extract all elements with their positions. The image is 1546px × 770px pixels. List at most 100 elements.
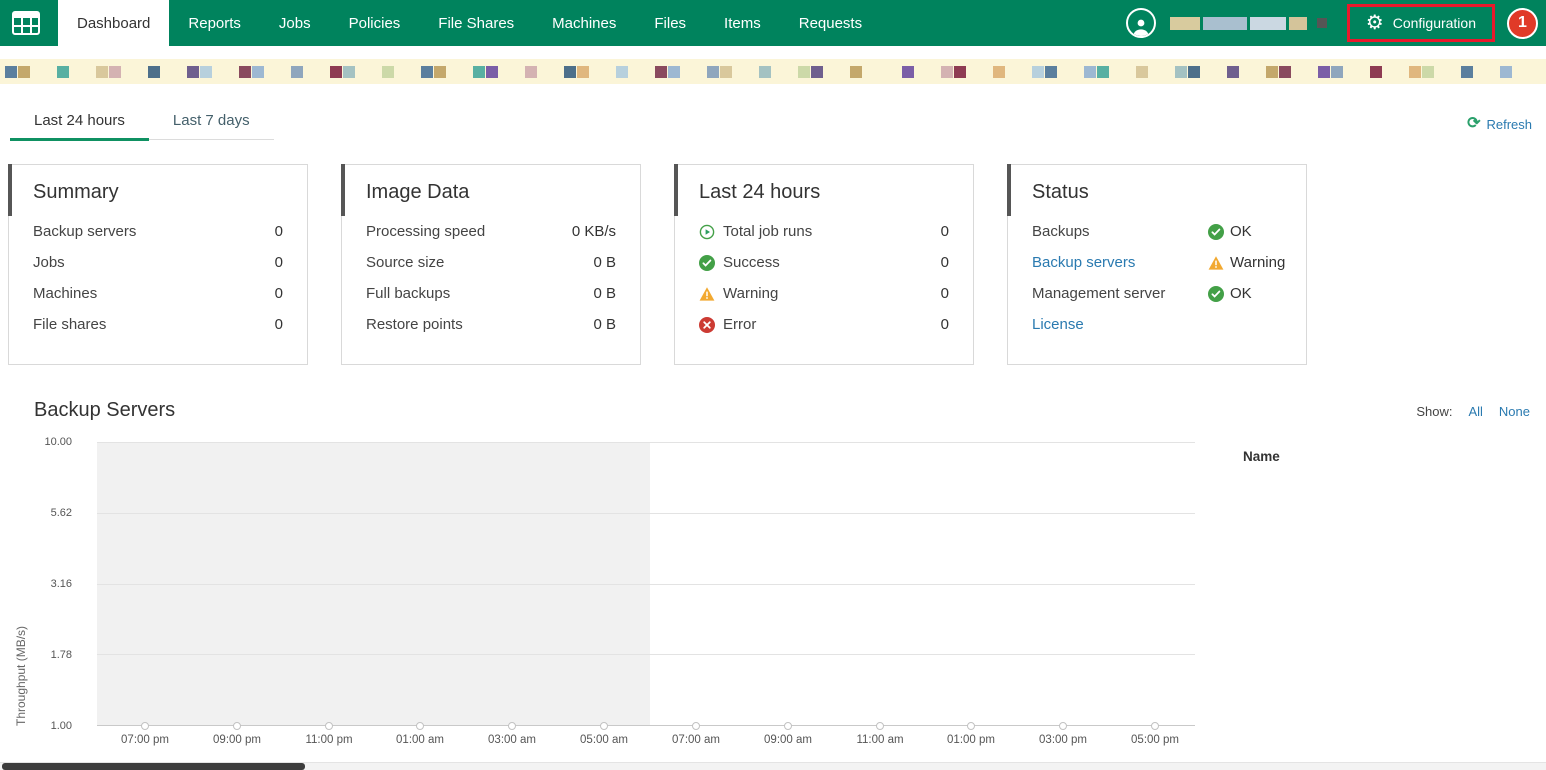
- image-data-row-restore-points: Restore points 0 B: [342, 309, 640, 340]
- tab-last-24-hours[interactable]: Last 24 hours: [10, 104, 149, 141]
- status-text: OK: [1230, 285, 1252, 302]
- x-tick-label: 09:00 pm: [213, 734, 261, 746]
- success-icon: [1208, 223, 1224, 240]
- card-title: Status: [1032, 181, 1089, 203]
- tab-last-7-days[interactable]: Last 7 days: [149, 104, 274, 141]
- chart-plot-area[interactable]: [97, 442, 1195, 730]
- row-value: 0: [940, 254, 949, 271]
- last-24-hours-card: Last 24 hours Total job runs 0 Success 0: [674, 164, 974, 365]
- configuration-label: Configuration: [1392, 15, 1476, 31]
- last24-row-total-job-runs: Total job runs 0: [675, 216, 973, 247]
- row-value-link[interactable]: 0: [275, 254, 283, 271]
- row-value: 0 KB/s: [571, 223, 616, 240]
- filter-tabs-row: Last 24 hours Last 7 days ⟳ Refresh: [0, 104, 1546, 141]
- x-tick-label: 11:00 pm: [305, 734, 353, 746]
- x-tick-label: 07:00 am: [672, 734, 720, 746]
- image-data-row-processing-speed: Processing speed 0 KB/s: [342, 216, 640, 247]
- nav-tab-items[interactable]: Items: [705, 0, 780, 46]
- x-tick-label: 11:00 am: [856, 734, 904, 746]
- warning-icon: [1208, 255, 1224, 271]
- status-text: OK: [1230, 223, 1252, 240]
- top-navigation-bar: Dashboard Reports Jobs Policies File Sha…: [0, 0, 1546, 46]
- show-none-link[interactable]: None: [1499, 404, 1530, 419]
- axis-point-marker: [876, 722, 884, 730]
- last24-row-error: Error 0: [675, 309, 973, 340]
- image-data-row-source-size: Source size 0 B: [342, 247, 640, 278]
- row-value: 0 B: [593, 316, 616, 333]
- x-tick-label: 05:00 pm: [1131, 734, 1179, 746]
- status-row-backups: Backups OK: [1008, 216, 1306, 247]
- status-row-backup-servers: Backup servers Warning: [1008, 247, 1306, 278]
- backup-servers-header: Backup Servers Show: All None: [34, 399, 1530, 422]
- axis-point-marker: [600, 722, 608, 730]
- nav-tab-files[interactable]: Files: [635, 0, 705, 46]
- nav-tab-dashboard[interactable]: Dashboard: [58, 0, 170, 46]
- last24-row-success: Success 0: [675, 247, 973, 278]
- redacted-small-block: [1316, 18, 1327, 28]
- axis-point-marker: [692, 722, 700, 730]
- row-label: Restore points: [366, 316, 463, 333]
- row-value: 0: [940, 223, 949, 240]
- nav-tab-requests[interactable]: Requests: [780, 0, 881, 46]
- summary-card: Summary Backup servers 0 Jobs 0 Machines…: [8, 164, 308, 365]
- app-logo-icon[interactable]: [0, 0, 52, 46]
- time-range-tabs: Last 24 hours Last 7 days: [10, 104, 274, 141]
- show-all-link[interactable]: All: [1468, 404, 1482, 419]
- image-data-card: Image Data Processing speed 0 KB/s Sourc…: [341, 164, 641, 365]
- x-tick-label: 07:00 pm: [121, 734, 169, 746]
- row-label: Source size: [366, 254, 445, 271]
- legend-name-header: Name: [1243, 449, 1280, 464]
- row-label: Backups: [1032, 223, 1090, 240]
- axis-point-marker: [416, 722, 424, 730]
- axis-point-marker: [967, 722, 975, 730]
- row-value-link[interactable]: 0: [275, 316, 283, 333]
- last24-row-warning: Warning 0: [675, 278, 973, 309]
- scrollbar-thumb[interactable]: [2, 763, 305, 770]
- row-label: Error: [723, 316, 757, 333]
- gear-icon: ⚙: [1365, 12, 1384, 34]
- row-value-link[interactable]: 0: [275, 285, 283, 302]
- row-label: Backup servers: [33, 223, 137, 240]
- row-label: Management server: [1032, 285, 1166, 302]
- section-title: Backup Servers: [34, 399, 176, 421]
- show-label: Show:: [1416, 404, 1453, 419]
- x-tick-label: 01:00 am: [396, 734, 444, 746]
- gridline: [97, 512, 1195, 514]
- status-value: OK: [1208, 223, 1282, 240]
- axis-point-marker: [141, 722, 149, 730]
- configuration-button[interactable]: ⚙ Configuration: [1346, 4, 1495, 42]
- gridline: [97, 654, 1195, 656]
- y-tick-label: 1.00: [50, 720, 72, 732]
- error-icon: [699, 316, 715, 333]
- refresh-icon: ⟳: [1467, 115, 1481, 132]
- horizontal-scrollbar[interactable]: [0, 762, 1546, 770]
- row-label: Jobs: [33, 254, 65, 271]
- gridline: [97, 583, 1195, 585]
- row-label: Total job runs: [723, 223, 813, 240]
- refresh-button[interactable]: ⟳ Refresh: [1467, 116, 1532, 140]
- summary-row-file-shares: File shares 0: [9, 309, 307, 340]
- refresh-label: Refresh: [1486, 116, 1532, 132]
- notification-badge[interactable]: 1: [1507, 7, 1538, 39]
- user-avatar-icon[interactable]: [1125, 8, 1156, 38]
- row-value-link[interactable]: 0: [275, 223, 283, 240]
- x-tick-label: 09:00 am: [764, 734, 812, 746]
- row-label: Machines: [33, 285, 98, 302]
- y-tick-label: 1.78: [50, 649, 72, 661]
- x-tick-label: 01:00 pm: [947, 734, 995, 746]
- nav-tab-reports[interactable]: Reports: [169, 0, 260, 46]
- x-tick-label: 03:00 am: [488, 734, 536, 746]
- backup-servers-link[interactable]: Backup servers: [1032, 254, 1208, 271]
- status-row-management-server: Management server OK: [1008, 278, 1306, 309]
- axis-point-marker: [233, 722, 241, 730]
- license-link[interactable]: License: [1032, 316, 1208, 333]
- nav-tab-machines[interactable]: Machines: [533, 0, 635, 46]
- nav-tab-jobs[interactable]: Jobs: [260, 0, 330, 46]
- nav-tab-policies[interactable]: Policies: [330, 0, 420, 46]
- throughput-chart-section: Throughput (MB/s) 10.00 5.62 3.16 1.78 1…: [0, 436, 1546, 750]
- axis-point-marker: [325, 722, 333, 730]
- success-icon: [699, 254, 715, 271]
- row-label: Processing speed: [366, 223, 486, 240]
- status-value: OK: [1208, 285, 1282, 302]
- nav-tab-file-shares[interactable]: File Shares: [419, 0, 533, 46]
